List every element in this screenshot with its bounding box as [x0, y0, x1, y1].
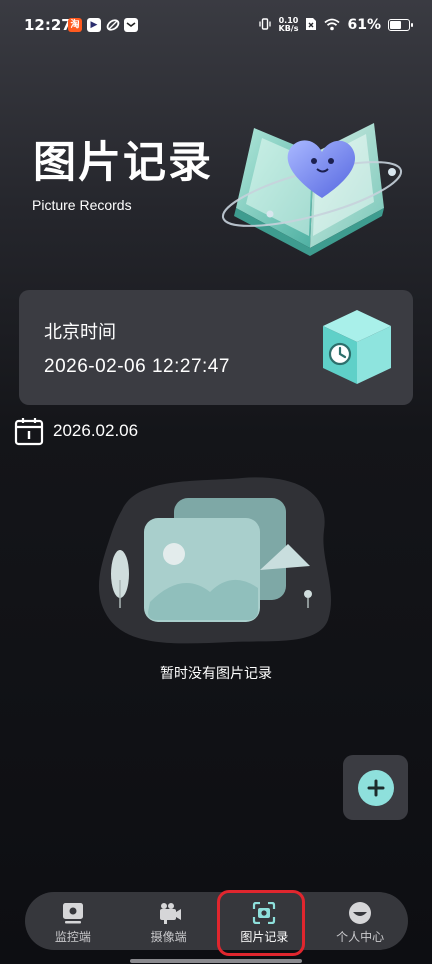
tab-label-picture-records: 图片记录: [240, 930, 289, 944]
monitor-icon: [60, 902, 86, 924]
video-app-icon: ▶: [87, 18, 101, 32]
message-app-icon: [124, 18, 138, 32]
net-speed-unit: KB/s: [278, 24, 299, 33]
scan-camera-icon: [251, 902, 277, 924]
selected-date: 2026.02.06: [53, 421, 139, 440]
tab-label-monitor: 监控端: [54, 930, 91, 944]
leaf-app-icon: [106, 18, 120, 32]
taobao-app-icon: 淘: [68, 18, 82, 32]
camera-device-icon: [156, 902, 182, 924]
date-row[interactable]: 2026.02.06: [14, 416, 138, 446]
open-book-heart-illustration: [221, 123, 403, 256]
empty-pictures-illustration: [98, 477, 332, 644]
beijing-time-card: 北京时间 2026-02-06 12:27:47: [19, 290, 413, 405]
battery-percent: 61%: [347, 17, 381, 33]
tab-label-profile: 个人中心: [336, 930, 385, 944]
time-card-label: 北京时间: [44, 322, 116, 343]
home-indicator[interactable]: [130, 959, 302, 963]
page-subtitle: Picture Records: [32, 197, 132, 213]
tab-label-camera: 摄像端: [150, 930, 187, 944]
empty-state-message: 暂时没有图片记录: [160, 666, 272, 682]
status-time: 12:27: [24, 16, 72, 34]
net-speed: 0.10 KB/s: [279, 17, 299, 33]
profile-icon: [347, 902, 373, 924]
tab-profile[interactable]: 个人中心: [312, 892, 408, 950]
wifi-icon: [324, 16, 341, 35]
status-right-group: 0.10 KB/s 61%: [258, 14, 413, 36]
bottom-tab-bar: 监控端 摄像端 图片记录 个人中心: [25, 892, 408, 950]
tab-camera[interactable]: 摄像端: [121, 892, 217, 950]
vibrate-icon: [258, 16, 272, 35]
battery-fill: [390, 21, 401, 29]
battery-icon: [388, 19, 413, 31]
add-record-button[interactable]: [343, 755, 408, 820]
no-sim-icon: [305, 16, 317, 35]
tab-picture-records[interactable]: 图片记录: [217, 892, 313, 950]
time-card-value: 2026-02-06 12:27:47: [44, 356, 230, 377]
page-title: 图片记录: [33, 138, 213, 188]
clock-cube-icon: [323, 310, 391, 384]
status-bar: 12:27 淘 ▶ 0.10 KB/s 61%: [0, 0, 432, 52]
calendar-icon: [14, 418, 44, 446]
tab-monitor[interactable]: 监控端: [25, 892, 121, 950]
plus-icon: [357, 769, 394, 806]
